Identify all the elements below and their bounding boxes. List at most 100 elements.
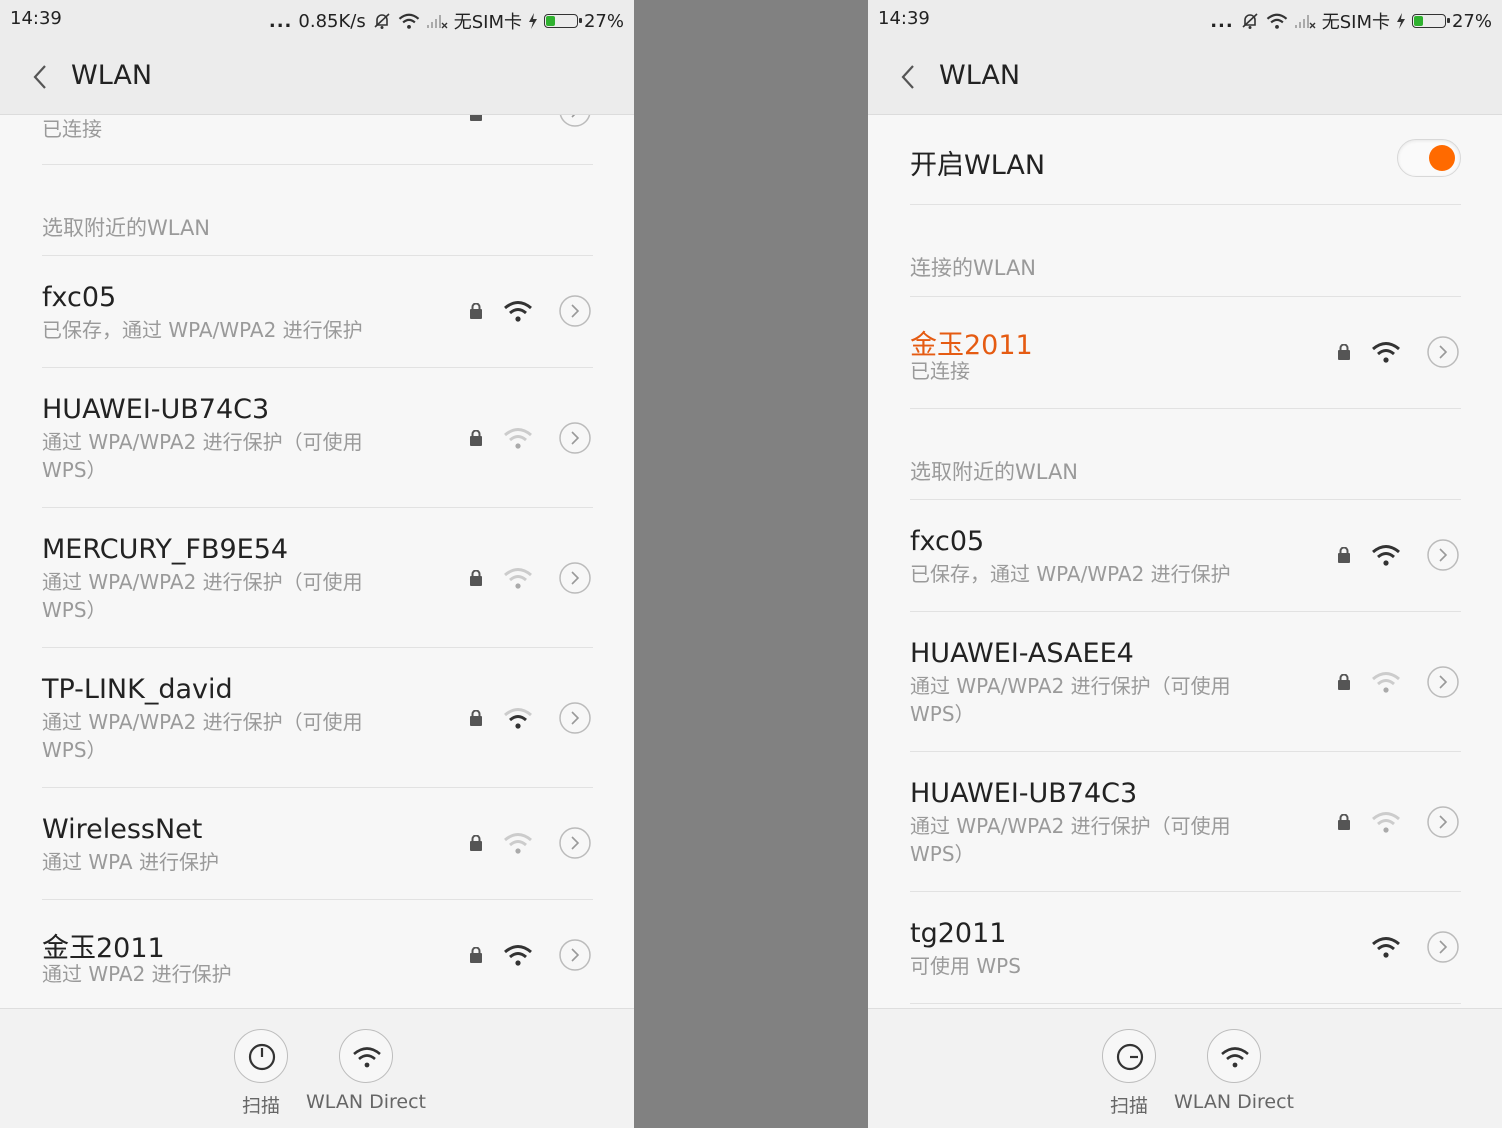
lock-icon [470, 303, 482, 319]
network-item[interactable]: fxc05 已保存，通过 WPA/WPA2 进行保护 [910, 500, 1461, 612]
status-time: 14:39 [878, 8, 930, 29]
network-item[interactable]: 金玉2011 通过 WPA2 进行保护 [42, 900, 593, 1008]
wifi-signal-medium-icon [504, 708, 532, 729]
nearby-section-header: 选取附近的WLAN [910, 409, 1461, 500]
network-item[interactable]: TP-LINK_david 通过 WPA/WPA2 进行保护（可使用 WPS） [42, 648, 593, 788]
network-name: MERCURY_FB9E54 [42, 534, 289, 565]
lock-icon [470, 430, 482, 446]
detail-arrow-icon[interactable] [1427, 539, 1459, 571]
scan-button-circle [1102, 1029, 1156, 1083]
mute-icon [1242, 13, 1258, 29]
detail-arrow-icon[interactable] [559, 562, 591, 594]
network-desc: 已保存，通过 WPA/WPA2 进行保护 [42, 318, 363, 342]
network-item[interactable]: tg2011 可使用 WPS [910, 892, 1461, 1004]
status-time: 14:39 [10, 8, 62, 29]
detail-arrow-icon[interactable] [559, 422, 591, 454]
wifi-signal-strong-icon [1372, 545, 1400, 566]
scan-label: 扫描 [1109, 1095, 1148, 1117]
detail-arrow-icon[interactable] [559, 827, 591, 859]
network-desc: 通过 WPA2 进行保护 [42, 962, 232, 986]
wifi-signal-weak-icon [504, 428, 532, 449]
nearby-section-header: 选取附近的WLAN [42, 165, 593, 256]
charging-icon [1396, 13, 1405, 29]
network-name: HUAWEI-UB74C3 [910, 778, 1138, 809]
notification-dots: ... [1210, 10, 1234, 32]
back-arrow-icon[interactable] [898, 62, 920, 92]
wlan-list-scroll[interactable]: 开启WLAN 连接的WLAN 金玉2011 已连接 选取附近的WLAN fxc0… [868, 115, 1502, 1008]
wifi-status-icon [398, 13, 419, 29]
lock-icon [470, 710, 482, 726]
detail-arrow-icon[interactable] [1427, 806, 1459, 838]
sim-status: 无SIM卡 [453, 12, 522, 33]
wifi-signal-weak-icon [1372, 672, 1400, 693]
wlan-list-scroll[interactable]: 已连接 选取附近的WLAN fxc05 已保存，通过 WPA/WPA2 进行保护… [0, 115, 634, 1008]
signal-no-sim-icon [426, 15, 448, 29]
detail-arrow-icon[interactable] [1427, 666, 1459, 698]
network-item[interactable]: WirelessNet 通过 WPA 进行保护 [42, 788, 593, 900]
lock-icon [470, 115, 482, 121]
wlan-toggle-row[interactable]: 开启WLAN [910, 115, 1461, 205]
wifi-direct-icon [1221, 1047, 1249, 1068]
network-item[interactable]: HUAWEI-UB74C3 通过 WPA/WPA2 进行保护（可使用 WPS） [910, 752, 1461, 892]
connected-network-item[interactable]: 金玉2011 已连接 [910, 297, 1461, 409]
network-speed: 0.85K/s [298, 10, 366, 32]
lock-icon [470, 570, 482, 586]
network-item[interactable]: HUAWEI-UB74C3 通过 WPA/WPA2 进行保护（可使用 WPS） [42, 368, 593, 508]
network-desc: 可使用 WPS [910, 954, 1021, 978]
network-status: 已连接 [42, 117, 102, 141]
network-item[interactable]: HUAWEI-ASAEE4 通过 WPA/WPA2 进行保护（可使用 WPS） [910, 612, 1461, 752]
detail-arrow-icon[interactable] [559, 295, 591, 327]
wifi-direct-icon [353, 1047, 381, 1068]
status-bar: 14:39 ... 无SIM卡 27% [868, 0, 1502, 40]
network-name: HUAWEI-ASAEE4 [910, 638, 1134, 669]
wifi-status-icon [1266, 13, 1287, 29]
detail-arrow-icon[interactable] [559, 702, 591, 734]
battery-percent: 27% [1451, 10, 1492, 32]
scan-button[interactable]: 扫描 [1100, 1029, 1158, 1118]
detail-arrow-icon[interactable] [1427, 931, 1459, 963]
phone-screen-right: 14:39 ... 无SIM卡 27% WLAN 开启WLAN 连接的WLAN [868, 0, 1502, 1128]
wifi-signal-weak-icon [504, 833, 532, 854]
toggle-knob [1429, 145, 1455, 171]
charging-icon [528, 13, 537, 29]
lock-icon [1338, 674, 1350, 690]
mute-icon [374, 13, 390, 29]
network-desc: 通过 WPA/WPA2 进行保护（可使用 WPS） [42, 430, 363, 482]
wifi-signal-weak-icon [1372, 812, 1400, 833]
section-label: 连接的WLAN [910, 256, 1037, 280]
wlan-toggle-switch[interactable] [1397, 139, 1461, 177]
scan-button[interactable]: 扫描 [232, 1029, 290, 1118]
lock-icon [470, 947, 482, 963]
lock-icon [1338, 344, 1350, 360]
detail-arrow-icon[interactable] [559, 939, 591, 971]
wlan-direct-button-circle [339, 1029, 393, 1083]
network-name: fxc05 [910, 526, 985, 557]
scan-label: 扫描 [241, 1095, 280, 1117]
network-item[interactable]: MERCURY_FB9E54 通过 WPA/WPA2 进行保护（可使用 WPS） [42, 508, 593, 648]
sim-status: 无SIM卡 [1321, 12, 1390, 33]
network-item[interactable]: fxc05 已保存，通过 WPA/WPA2 进行保护 [42, 256, 593, 368]
battery-icon [1411, 14, 1450, 28]
lock-icon [1338, 547, 1350, 563]
network-desc: 通过 WPA/WPA2 进行保护（可使用 WPS） [910, 674, 1231, 726]
back-arrow-icon[interactable] [30, 62, 52, 92]
network-desc: 已保存，通过 WPA/WPA2 进行保护 [910, 562, 1231, 586]
section-label: 选取附近的WLAN [42, 216, 211, 240]
network-name: WirelessNet [42, 814, 203, 845]
wifi-signal-strong-icon [504, 945, 532, 966]
page-title: WLAN [939, 60, 1021, 91]
phone-screen-left: 14:39 ... 0.85K/s 无SIM卡 27% WLAN 已连接 选取附 [0, 0, 634, 1128]
scan-button-circle [234, 1029, 288, 1083]
connected-section-header: 连接的WLAN [910, 205, 1461, 297]
connected-network-partial[interactable]: 已连接 [42, 115, 593, 165]
battery-icon [543, 14, 582, 28]
lock-icon [1338, 814, 1350, 830]
notification-dots: ... [268, 10, 293, 32]
wlan-direct-button[interactable]: WLAN Direct [1174, 1029, 1294, 1113]
detail-arrow-icon[interactable] [1427, 336, 1459, 368]
wlan-direct-button[interactable]: WLAN Direct [306, 1029, 426, 1113]
wlan-direct-button-circle [1207, 1029, 1261, 1083]
detail-arrow-icon[interactable] [559, 115, 591, 127]
wifi-signal-weak-icon [504, 568, 532, 589]
app-header: WLAN [0, 40, 634, 115]
